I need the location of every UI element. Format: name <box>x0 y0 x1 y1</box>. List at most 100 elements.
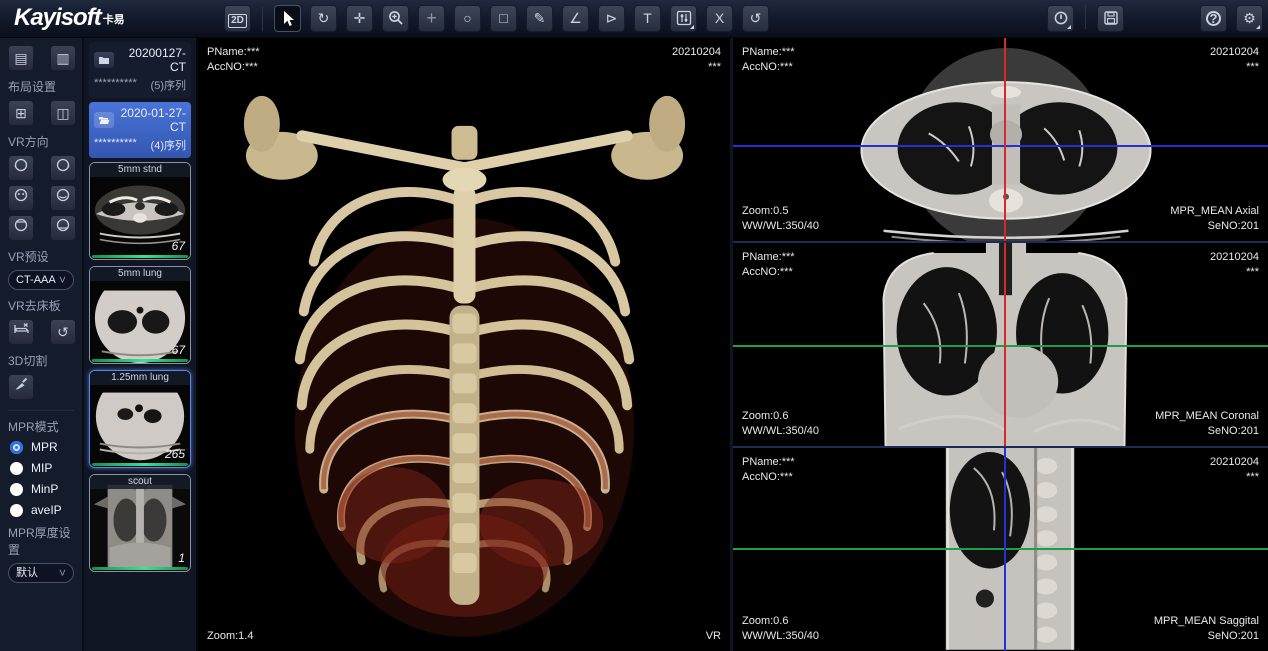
pencil-icon: ✎ <box>534 10 546 26</box>
head-bottom-icon <box>55 217 71 233</box>
text-annotation-button[interactable]: T <box>634 5 661 32</box>
series-thumbnail-selected[interactable]: 1.25mm lung 265 <box>89 370 191 468</box>
crosshair-vertical-red[interactable] <box>1004 243 1006 446</box>
vr-direction-bottom-button[interactable] <box>50 215 76 241</box>
help-button[interactable]: ? <box>1200 5 1227 32</box>
delete-annotation-button[interactable]: X <box>706 5 733 32</box>
head-left-icon <box>13 157 29 173</box>
thumbnail-label: 5mm lung <box>90 267 190 281</box>
grid-icon: ⊞ <box>15 105 27 121</box>
vr-direction-top-button[interactable] <box>8 215 34 241</box>
crosshair-tool-button[interactable]: + <box>418 5 445 32</box>
restore-bed-button[interactable]: ↺ <box>50 319 76 345</box>
vr-direction-right-button[interactable] <box>50 155 76 181</box>
mpr-thickness-select[interactable]: 默认 ˅ <box>8 563 74 583</box>
layout-a-icon: ▤ <box>14 50 27 66</box>
layout-preset-a-button[interactable]: ▤ <box>8 45 34 71</box>
vr-zoom-overlay: Zoom:1.4 <box>207 629 253 644</box>
crosshair-horizontal-green[interactable] <box>733 548 1268 550</box>
scalpel-button[interactable] <box>8 374 34 400</box>
mpr-patient-overlay: PName:*** AccNO:*** <box>742 455 795 485</box>
text-icon: T <box>643 10 652 26</box>
mpr-zoom-overlay: Zoom:0.6 WW/WL:350/40 <box>742 614 819 644</box>
vr-zoom: Zoom:1.4 <box>207 629 253 644</box>
bed-remove-icon <box>13 321 30 337</box>
vr-stars: *** <box>672 60 721 75</box>
thumbnail-image-count: 265 <box>165 447 185 461</box>
help-icon: ? <box>1206 11 1221 26</box>
mpr-wwwl: WW/WL:350/40 <box>742 424 819 439</box>
top-toolbar: Kayisoft卡易 2D ↻ ✛ + ○ □ ✎ ∠ ⊳ T X ↺ <box>0 0 1268 38</box>
rotate-3d-tool-button[interactable]: ↻ <box>310 5 337 32</box>
study-item-selected[interactable]: 2020-01-27-CT ********** (4)序列 <box>89 102 191 158</box>
vr-direction-left-button[interactable] <box>8 155 34 181</box>
mpr-date-overlay: 20210204 *** <box>1210 455 1259 485</box>
window-level-icon <box>676 10 692 26</box>
vr-preset-select[interactable]: CT-AAA ˅ <box>8 270 74 290</box>
mpr-pname: PName:*** <box>742 45 795 60</box>
mpr-coronal-viewport[interactable]: PName:*** AccNO:*** 20210204 *** Zoom:0.… <box>733 243 1268 448</box>
vr-mode-label: VR <box>706 629 721 644</box>
2d-icon: 2D <box>228 14 247 28</box>
save-button[interactable] <box>1097 5 1124 32</box>
study-item[interactable]: 20200127-CT ********** (5)序列 <box>89 42 191 98</box>
radio-dot <box>10 504 23 517</box>
reset-view-button[interactable]: ↺ <box>742 5 769 32</box>
power-button[interactable] <box>1047 5 1074 32</box>
pan-tool-button[interactable]: ✛ <box>346 5 373 32</box>
mpr-axial-viewport[interactable]: PName:*** AccNO:*** 20210204 *** Zoom:0.… <box>733 38 1268 243</box>
mpr-patient-overlay: PName:*** AccNO:*** <box>742 250 795 280</box>
2d-view-button[interactable]: 2D <box>224 5 251 32</box>
mpr-sagittal-viewport[interactable]: PName:*** AccNO:*** 20210204 *** Zoom:0.… <box>733 448 1268 651</box>
crosshair-vertical-blue[interactable] <box>1004 448 1006 651</box>
radio-minp[interactable]: MinP <box>10 482 82 496</box>
rect-roi-button[interactable]: □ <box>490 5 517 32</box>
mpr-date: 20210204 <box>1210 455 1259 470</box>
mpr-stars: *** <box>1210 60 1259 75</box>
thumbnail-image-count: 1 <box>178 551 185 565</box>
layout-grid-button[interactable]: ⊞ <box>8 100 34 126</box>
cobb-angle-button[interactable]: ⊳ <box>598 5 625 32</box>
mpr-seno: SeNO:201 <box>1170 219 1259 234</box>
scalpel-icon <box>13 376 29 392</box>
series-thumbnail[interactable]: scout 1 <box>89 474 191 572</box>
radio-mip[interactable]: MIP <box>10 461 82 475</box>
settings-button[interactable]: ⚙ <box>1236 5 1263 32</box>
radio-aveip[interactable]: aveIP <box>10 503 82 517</box>
vr-pname: PName:*** <box>207 45 260 60</box>
zoom-tool-button[interactable] <box>382 5 409 32</box>
measure-angle-button[interactable]: ∠ <box>562 5 589 32</box>
mpr-date: 20210204 <box>1210 250 1259 265</box>
crosshair-vertical-red[interactable] <box>1004 38 1006 241</box>
pointer-tool-button[interactable] <box>274 5 301 32</box>
vr-direction-back-button[interactable] <box>50 185 76 211</box>
radio-dot <box>10 462 23 475</box>
series-thumbnail[interactable]: 5mm stnd 67 <box>89 162 191 260</box>
vr-date-overlay: 20210204 *** <box>672 45 721 75</box>
series-thumbnail[interactable]: 5mm lung 67 <box>89 266 191 364</box>
mpr-stars: *** <box>1210 265 1259 280</box>
remove-bed-button[interactable] <box>8 319 34 345</box>
study-patient-masked: ********** <box>94 77 137 93</box>
vr-viewport[interactable]: PName:*** AccNO:*** 20210204 *** Zoom:1.… <box>198 38 733 651</box>
crosshair-horizontal-green[interactable] <box>733 345 1268 347</box>
layout-settings-label: 布局设置 <box>8 78 82 95</box>
layout-right-icon: ◫ <box>56 105 69 121</box>
head-front-icon <box>13 187 29 203</box>
layout-preset-b-button[interactable]: ▥ <box>50 45 76 71</box>
radio-mpr[interactable]: MPR <box>10 440 82 454</box>
mpr-panel: PName:*** AccNO:*** 20210204 *** Zoom:0.… <box>733 38 1268 651</box>
ellipse-roi-button[interactable]: ○ <box>454 5 481 32</box>
study-title: 2020-01-27-CT <box>119 106 186 134</box>
mpr-zoom: Zoom:0.5 <box>742 204 819 219</box>
vr-direction-front-button[interactable] <box>8 185 34 211</box>
window-level-button[interactable] <box>670 5 697 32</box>
power-icon <box>1053 10 1069 26</box>
measure-line-button[interactable]: ✎ <box>526 5 553 32</box>
mpr-seno: SeNO:201 <box>1155 424 1259 439</box>
tool-strip-secondary <box>1047 5 1124 32</box>
toolbar-separator <box>1085 5 1086 29</box>
crosshair-horizontal-blue[interactable] <box>733 145 1268 147</box>
layout-right-panel-button[interactable]: ◫ <box>50 100 76 126</box>
crosshair-icon: + <box>426 8 437 28</box>
